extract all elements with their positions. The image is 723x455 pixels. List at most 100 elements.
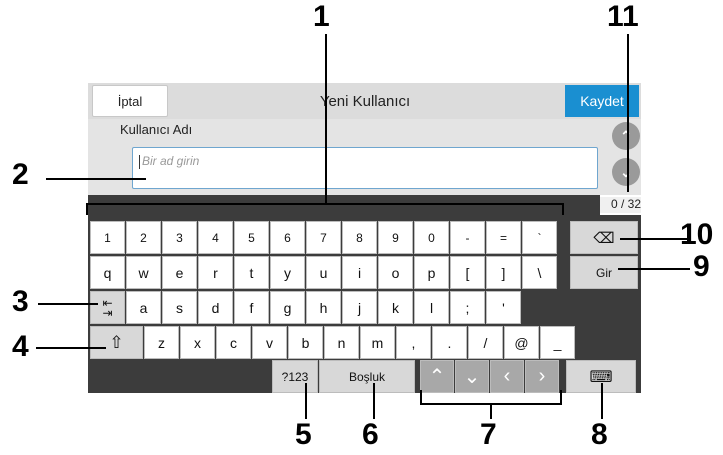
key-7[interactable]: 8	[342, 221, 377, 254]
key-][interactable]: ]	[486, 256, 521, 289]
callout-9: 9	[693, 250, 710, 283]
key-4[interactable]: 5	[234, 221, 269, 254]
callout-line-2	[46, 178, 146, 180]
key-s[interactable]: s	[162, 291, 197, 324]
callout-line-3	[38, 303, 98, 305]
shift-button[interactable]: ⇧	[90, 326, 143, 359]
key-5r4[interactable]: n	[324, 326, 359, 359]
key-[[interactable]: [	[450, 256, 485, 289]
callout-line-1	[325, 34, 327, 204]
key-3r4[interactable]: v	[252, 326, 287, 359]
key-5[interactable]: 6	[270, 221, 305, 254]
key-6r4[interactable]: m	[360, 326, 395, 359]
key-f[interactable]: f	[234, 291, 269, 324]
key-e[interactable]: e	[162, 256, 197, 289]
key-p[interactable]: p	[414, 256, 449, 289]
key-1[interactable]: 2	[126, 221, 161, 254]
callout-line-5	[305, 383, 307, 419]
callout-8: 8	[591, 418, 608, 451]
cursor-right-button[interactable]: ›	[525, 360, 559, 393]
scroll-down-button[interactable]: ⌄	[612, 158, 640, 186]
key-2[interactable]: 3	[162, 221, 197, 254]
key-8r4[interactable]: .	[432, 326, 467, 359]
name-input-placeholder: Bir ad girin	[142, 154, 200, 168]
key-9[interactable]: 0	[414, 221, 449, 254]
callout-1: 1	[313, 0, 330, 33]
cursor-down-button[interactable]: ⌄	[455, 360, 489, 393]
space-button[interactable]: Boşluk	[319, 360, 415, 393]
cursor-up-button[interactable]: ⌃	[420, 360, 454, 393]
chevron-left-icon: ‹	[503, 365, 511, 387]
key-11r4[interactable]: _	[540, 326, 575, 359]
key-q[interactable]: q	[90, 256, 125, 289]
callout-bracket-1	[86, 203, 564, 205]
key-h[interactable]: h	[306, 291, 341, 324]
counter-bar	[88, 195, 600, 215]
callout-3: 3	[12, 285, 29, 318]
chevron-up-icon: ⌃	[428, 366, 446, 388]
key-12[interactable]: `	[522, 221, 557, 254]
callout-7: 7	[480, 418, 497, 451]
chevron-down-icon: ⌄	[463, 366, 481, 388]
key-j[interactable]: j	[342, 291, 377, 324]
callout-line-8	[601, 383, 603, 419]
key-0r4[interactable]: z	[144, 326, 179, 359]
key-d[interactable]: d	[198, 291, 233, 324]
key-7r4[interactable]: ,	[396, 326, 431, 359]
backspace-icon: ⌫	[593, 229, 615, 247]
field-label: Kullanıcı Adı	[120, 122, 193, 137]
callout-bracket-1-left	[86, 203, 88, 215]
key-8[interactable]: 9	[378, 221, 413, 254]
chevron-up-icon: ⌃	[620, 127, 632, 144]
key-y[interactable]: y	[270, 256, 305, 289]
key-r[interactable]: r	[198, 256, 233, 289]
callout-6: 6	[362, 418, 379, 451]
callout-bracket-7-right	[560, 390, 562, 404]
key-9r4[interactable]: /	[468, 326, 503, 359]
callout-line-7	[490, 403, 492, 419]
key-0[interactable]: 1	[90, 221, 125, 254]
key-11[interactable]: =	[486, 221, 521, 254]
key-a[interactable]: a	[126, 291, 161, 324]
name-input[interactable]: Bir ad girin	[132, 147, 598, 189]
scroll-up-button[interactable]: ⌃	[612, 122, 640, 150]
key-o[interactable]: o	[378, 256, 413, 289]
key-10r4[interactable]: @	[504, 326, 539, 359]
key-'[interactable]: '	[486, 291, 521, 324]
callout-2: 2	[12, 158, 29, 191]
chevron-down-icon: ⌄	[620, 163, 632, 180]
key-w[interactable]: w	[126, 256, 161, 289]
callout-line-9	[618, 268, 690, 270]
numeric-toggle-button[interactable]: ?123	[272, 360, 318, 393]
key-i[interactable]: i	[342, 256, 377, 289]
screen: İptal Yeni Kullanıcı Kaydet Kullanıcı Ad…	[0, 0, 723, 455]
key-u[interactable]: u	[306, 256, 341, 289]
key-4r4[interactable]: b	[288, 326, 323, 359]
key-1r4[interactable]: x	[180, 326, 215, 359]
key-k[interactable]: k	[378, 291, 413, 324]
key-;[interactable]: ;	[450, 291, 485, 324]
callout-5: 5	[295, 418, 312, 451]
character-counter: 0 / 32	[600, 197, 641, 213]
callout-4: 4	[12, 330, 29, 363]
cursor-left-button[interactable]: ‹	[490, 360, 524, 393]
enter-button[interactable]: Gir	[570, 256, 638, 289]
tab-icon: ⇤ ⇥	[102, 295, 113, 320]
callout-line-4	[36, 347, 106, 349]
key-2r4[interactable]: c	[216, 326, 251, 359]
key-g[interactable]: g	[270, 291, 305, 324]
tab-button[interactable]: ⇤ ⇥	[90, 291, 125, 324]
callout-11: 11	[607, 0, 639, 33]
text-cursor	[139, 154, 140, 169]
cancel-button[interactable]: İptal	[92, 85, 168, 117]
key-6[interactable]: 7	[306, 221, 341, 254]
key-10[interactable]: -	[450, 221, 485, 254]
chevron-right-icon: ›	[538, 365, 546, 387]
callout-10: 10	[680, 218, 714, 251]
shift-icon: ⇧	[109, 332, 124, 352]
key-\[interactable]: \	[522, 256, 557, 289]
callout-line-6	[373, 383, 375, 419]
key-t[interactable]: t	[234, 256, 269, 289]
key-l[interactable]: l	[414, 291, 449, 324]
key-3[interactable]: 4	[198, 221, 233, 254]
